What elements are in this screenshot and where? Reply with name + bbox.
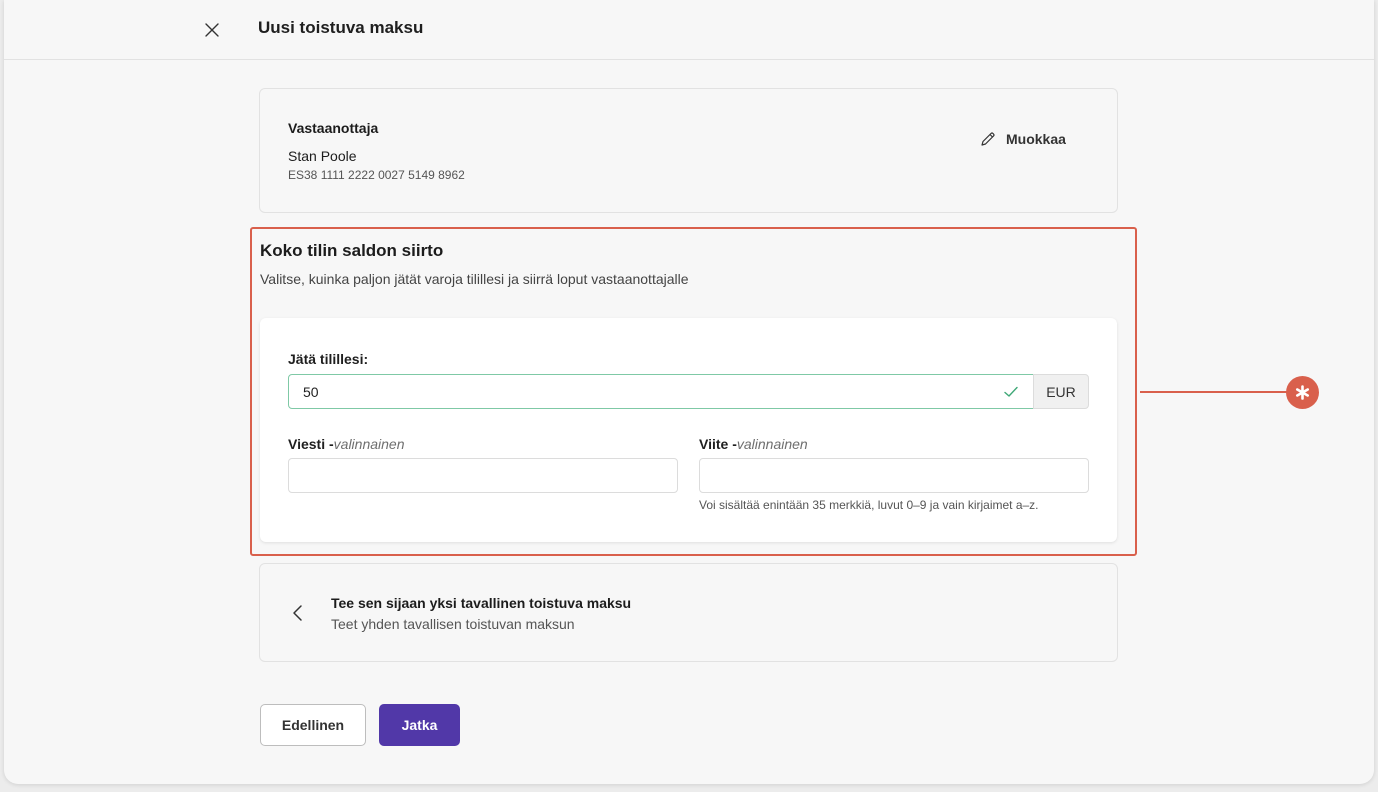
top-bar: Uusi toistuva maksu (4, 0, 1374, 60)
section-title: Koko tilin saldon siirto (260, 241, 444, 260)
asterisk-icon (1296, 385, 1309, 400)
pencil-icon (981, 132, 995, 146)
edit-recipient-button[interactable]: Muokkaa (980, 129, 1066, 149)
reference-label-text: Viite - (699, 436, 737, 452)
check-icon (1004, 386, 1018, 397)
continue-button[interactable]: Jatka (379, 704, 460, 746)
annotation-connector (1140, 391, 1288, 393)
reference-label: Viite -valinnainen (699, 436, 808, 452)
previous-button[interactable]: Edellinen (260, 704, 366, 746)
page-title: Uusi toistuva maksu (258, 18, 424, 37)
transfer-form-card: Jätä tilillesi: EUR Viesti -valinnainen … (260, 318, 1117, 542)
recipient-heading: Vastaanottaja (288, 120, 379, 136)
currency-label: EUR (1033, 374, 1089, 409)
amount-label: Jätä tilillesi: (288, 351, 369, 367)
alternative-subtitle: Teet yhden tavallisen toistuvan maksun (331, 616, 575, 632)
alternative-option-card[interactable]: Tee sen sijaan yksi tavallinen toistuva … (259, 563, 1118, 662)
message-label: Viesti -valinnainen (288, 436, 405, 452)
message-label-text: Viesti - (288, 436, 334, 452)
reference-optional: valinnainen (736, 436, 808, 452)
amount-field (288, 374, 1034, 409)
recipient-card: Vastaanottaja Stan Poole ES38 1111 2222 … (259, 88, 1118, 213)
reference-hint: Voi sisältää enintään 35 merkkiä, luvut … (699, 498, 1039, 512)
close-button[interactable] (200, 18, 224, 42)
message-optional: valinnainen (333, 436, 405, 452)
close-icon (205, 23, 219, 37)
message-input[interactable] (288, 458, 678, 493)
edit-label: Muokkaa (1006, 131, 1066, 147)
chevron-left-icon[interactable] (290, 604, 306, 622)
annotation-marker (1286, 376, 1319, 409)
recipient-iban: ES38 1111 2222 0027 5149 8962 (288, 168, 465, 182)
reference-input[interactable] (699, 458, 1089, 493)
section-subtitle: Valitse, kuinka paljon jätät varoja tili… (260, 271, 689, 287)
amount-input[interactable] (289, 375, 989, 408)
alternative-title: Tee sen sijaan yksi tavallinen toistuva … (331, 595, 632, 611)
recipient-name: Stan Poole (288, 148, 357, 164)
